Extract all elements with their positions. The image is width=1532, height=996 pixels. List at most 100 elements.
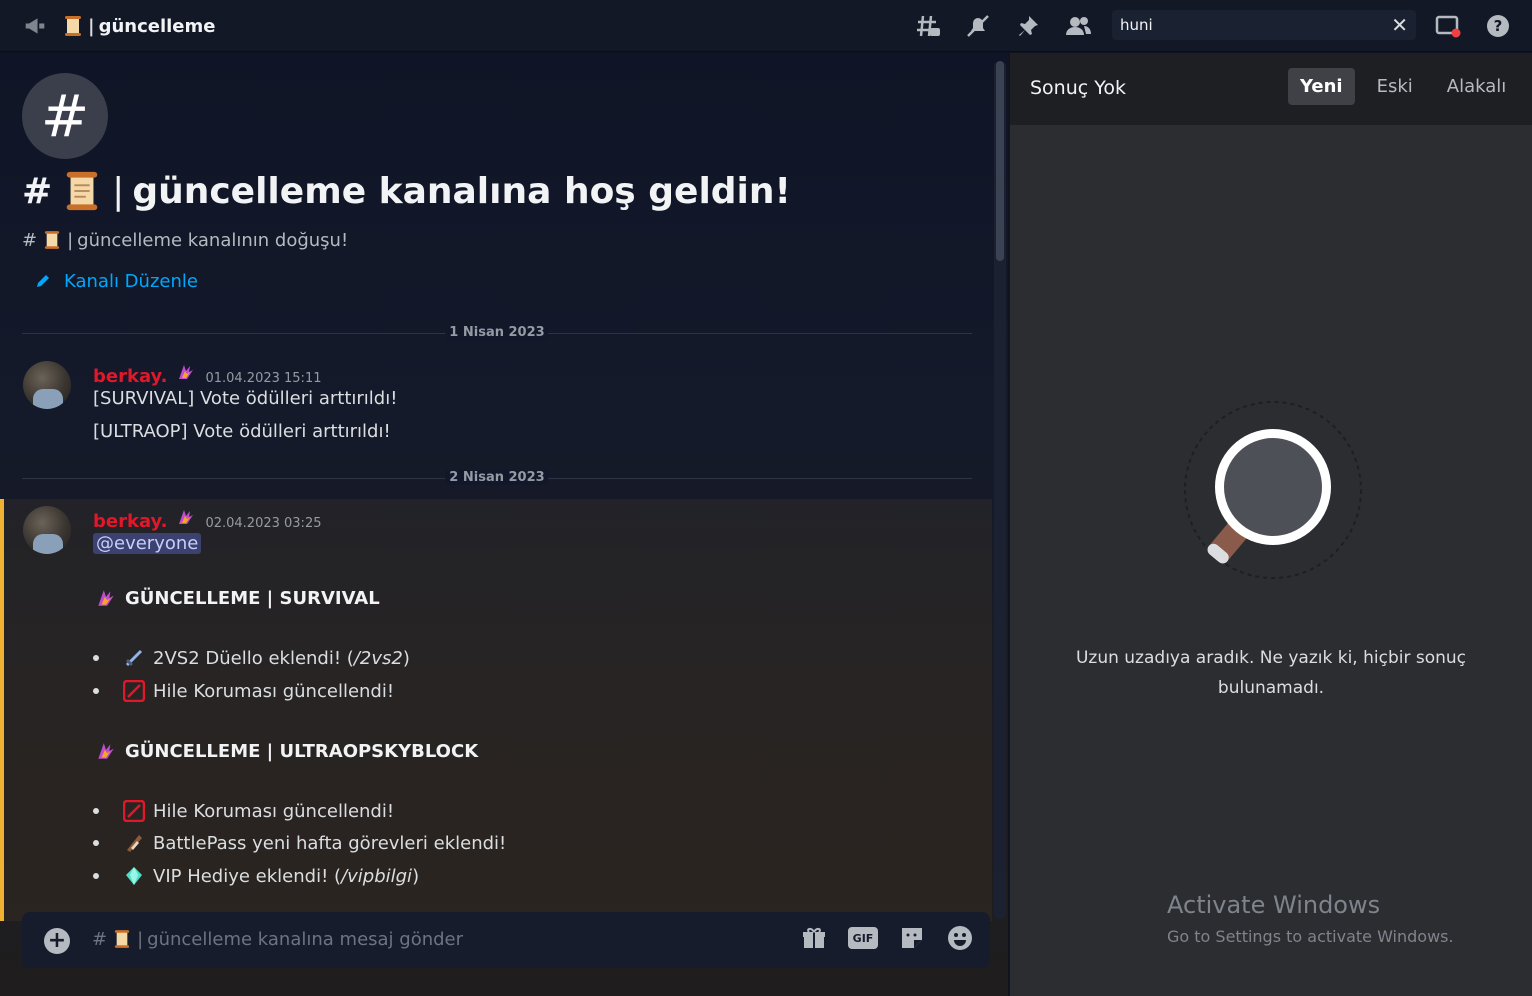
bullet-dot	[93, 873, 99, 879]
scrollbar-thumb[interactable]	[996, 61, 1004, 261]
bullet-dot	[93, 808, 99, 814]
search-results-panel: Sonuç Yok Yeni Eski Alakalı Uzun uzadıya…	[1010, 53, 1532, 996]
tab-oldest[interactable]: Eski	[1365, 68, 1425, 105]
item-text: VIP Hediye eklendi! (	[153, 865, 342, 887]
channel-header: | güncelleme ✕ ?	[0, 0, 1532, 52]
list-item-text: VIP Hediye eklendi! (/vipbilgi)	[153, 866, 419, 887]
list-item: Hile Koruması güncellendi!	[93, 800, 394, 822]
list-item-text: 2VS2 Düello eklendi! (/2vs2)	[153, 648, 410, 669]
tab-newest[interactable]: Yeni	[1288, 68, 1355, 105]
channel-name: güncelleme	[98, 15, 216, 37]
composer-placeholder[interactable]: # | güncelleme kanalına mesaj gönder	[92, 928, 463, 950]
announcement-icon	[24, 15, 46, 37]
gift-icon[interactable]	[800, 924, 828, 952]
header-left: | güncelleme	[24, 0, 215, 52]
message-timestamp: 02.04.2023 03:25	[205, 516, 322, 531]
add-attachment-icon[interactable]: +	[44, 928, 70, 954]
inbox-icon[interactable]	[1432, 10, 1464, 42]
list-item: 2VS2 Düello eklendi! (/2vs2)	[93, 647, 410, 669]
activation-watermark-subtitle: Go to Settings to activate Windows.	[1167, 927, 1454, 946]
chat-scrollbar[interactable]	[994, 61, 1006, 919]
list-item-text: Hile Koruması güncellendi!	[153, 800, 395, 822]
title-separator: |	[112, 170, 125, 212]
command-text: /vipbilgi	[341, 865, 413, 887]
item-text-close: )	[402, 647, 410, 669]
welcome-title: # | güncelleme kanalına hoş geldin!	[22, 169, 791, 213]
message-header: berkay. 01.04.2023 15:11	[93, 361, 321, 387]
diamond-icon	[123, 865, 145, 887]
title-separator: |	[67, 229, 74, 251]
hash-symbol: #	[92, 928, 108, 950]
list-item: BattlePass yeni hafta görevleri eklendi!	[93, 832, 506, 854]
item-text-close: )	[412, 865, 420, 887]
clear-search-icon[interactable]: ✕	[1391, 14, 1408, 36]
pin-icon[interactable]	[1012, 10, 1044, 42]
gif-button[interactable]: GIF	[848, 927, 878, 949]
hash-symbol: #	[22, 170, 53, 212]
fire-icon	[95, 587, 117, 609]
list-item-text: BattlePass yeni hafta görevleri eklendi!	[153, 832, 507, 854]
everyone-mention[interactable]: @everyone	[93, 533, 202, 554]
topic-text: güncelleme kanalının doğuşu!	[77, 229, 349, 251]
role-icon	[175, 506, 197, 528]
sticker-icon[interactable]	[898, 924, 926, 952]
tab-relevant[interactable]: Alakalı	[1435, 68, 1518, 105]
search-input[interactable]	[1120, 16, 1370, 34]
scroll-icon	[41, 229, 63, 251]
channel-topic: # | güncelleme kanalının doğuşu!	[22, 229, 348, 251]
chat-area: # # | güncelleme kanalına hoş geldin! # …	[0, 53, 1008, 996]
message-author[interactable]: berkay.	[93, 511, 167, 532]
scroll-icon	[62, 15, 84, 37]
avatar[interactable]	[23, 506, 71, 554]
bullet-dot	[93, 840, 99, 846]
search-results-header: Sonuç Yok Yeni Eski Alakalı	[1010, 53, 1532, 125]
message-author[interactable]: berkay.	[93, 366, 167, 387]
results-count: Sonuç Yok	[1030, 77, 1126, 99]
title-separator: |	[137, 928, 144, 950]
sort-tabs: Yeni Eski Alakalı	[1288, 68, 1518, 105]
welcome-text: güncelleme kanalına hoş geldin!	[132, 170, 791, 212]
pencil-icon	[32, 270, 54, 292]
list-item: VIP Hediye eklendi! (/vipbilgi)	[93, 865, 419, 887]
edit-channel-link[interactable]: Kanalı Düzenle	[32, 270, 198, 292]
threads-icon[interactable]	[912, 10, 944, 42]
header-toolbar	[912, 10, 1094, 42]
sword-icon	[123, 647, 145, 669]
date-divider-label: 2 Nisan 2023	[445, 470, 549, 485]
avatar[interactable]	[23, 361, 71, 409]
edit-channel-label: Kanalı Düzenle	[64, 270, 198, 292]
emoji-icon[interactable]	[946, 924, 974, 952]
section-title-text: GÜNCELLEME | ULTRAOPSKYBLOCK	[125, 740, 479, 762]
magnifier-icon	[1182, 399, 1364, 581]
help-icon[interactable]: ?	[1482, 10, 1514, 42]
message-timestamp: 01.04.2023 15:11	[205, 371, 322, 386]
mute-notifications-icon[interactable]	[962, 10, 994, 42]
header-right: ?	[1432, 10, 1514, 42]
date-divider-label: 1 Nisan 2023	[445, 325, 549, 340]
svg-text:?: ?	[1494, 17, 1503, 35]
role-icon	[175, 361, 197, 383]
scroll-icon	[111, 928, 133, 950]
no-entry-icon	[123, 800, 145, 822]
bullet-dot	[93, 655, 99, 661]
mention-line: @everyone	[93, 533, 202, 554]
list-item-text: Hile Koruması güncellendi!	[153, 680, 395, 702]
composer-tools: GIF	[800, 924, 974, 952]
scroll-icon	[60, 169, 104, 213]
bullet-dot	[93, 688, 99, 694]
hash-symbol: #	[22, 229, 38, 251]
message-composer[interactable]: + # | güncelleme kanalına mesaj gönder G…	[22, 912, 990, 968]
members-icon[interactable]	[1062, 10, 1094, 42]
activation-watermark-title: Activate Windows	[1167, 891, 1381, 919]
scroll-icon	[123, 832, 145, 854]
search-bar[interactable]: ✕	[1112, 10, 1416, 40]
list-item: Hile Koruması güncellendi!	[93, 680, 394, 702]
command-text: /2vs2	[353, 647, 403, 669]
channel-title: | güncelleme	[62, 15, 215, 37]
section-title: GÜNCELLEME | ULTRAOPSKYBLOCK	[95, 740, 478, 762]
section-title-text: GÜNCELLEME | SURVIVAL	[125, 587, 380, 609]
section-title: GÜNCELLEME | SURVIVAL	[95, 587, 380, 609]
item-text: 2VS2 Düello eklendi! (	[153, 647, 354, 669]
title-separator: |	[88, 15, 95, 37]
mention-highlight	[0, 499, 992, 921]
